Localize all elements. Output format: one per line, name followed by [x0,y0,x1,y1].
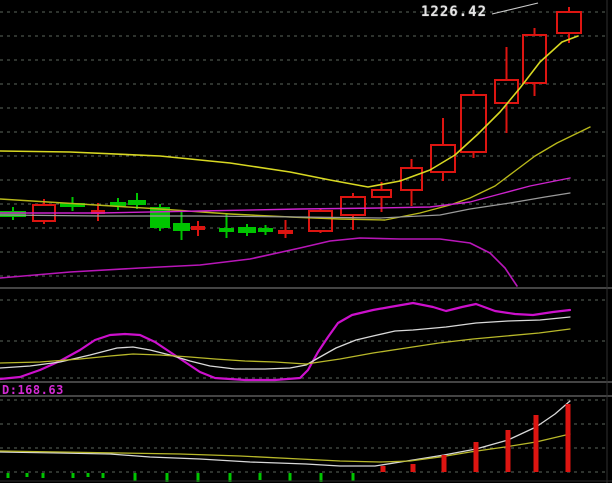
volume-indicator-panel[interactable] [0,396,612,483]
main-price-panel[interactable] [0,0,612,288]
indicator-d-value-label: D:168.63 [2,383,64,397]
trading-chart-window: 1226.42 D:168.63 [0,0,612,483]
oscillator-panel[interactable] [0,292,612,382]
price-high-annotation: 1226.42 [421,4,487,20]
